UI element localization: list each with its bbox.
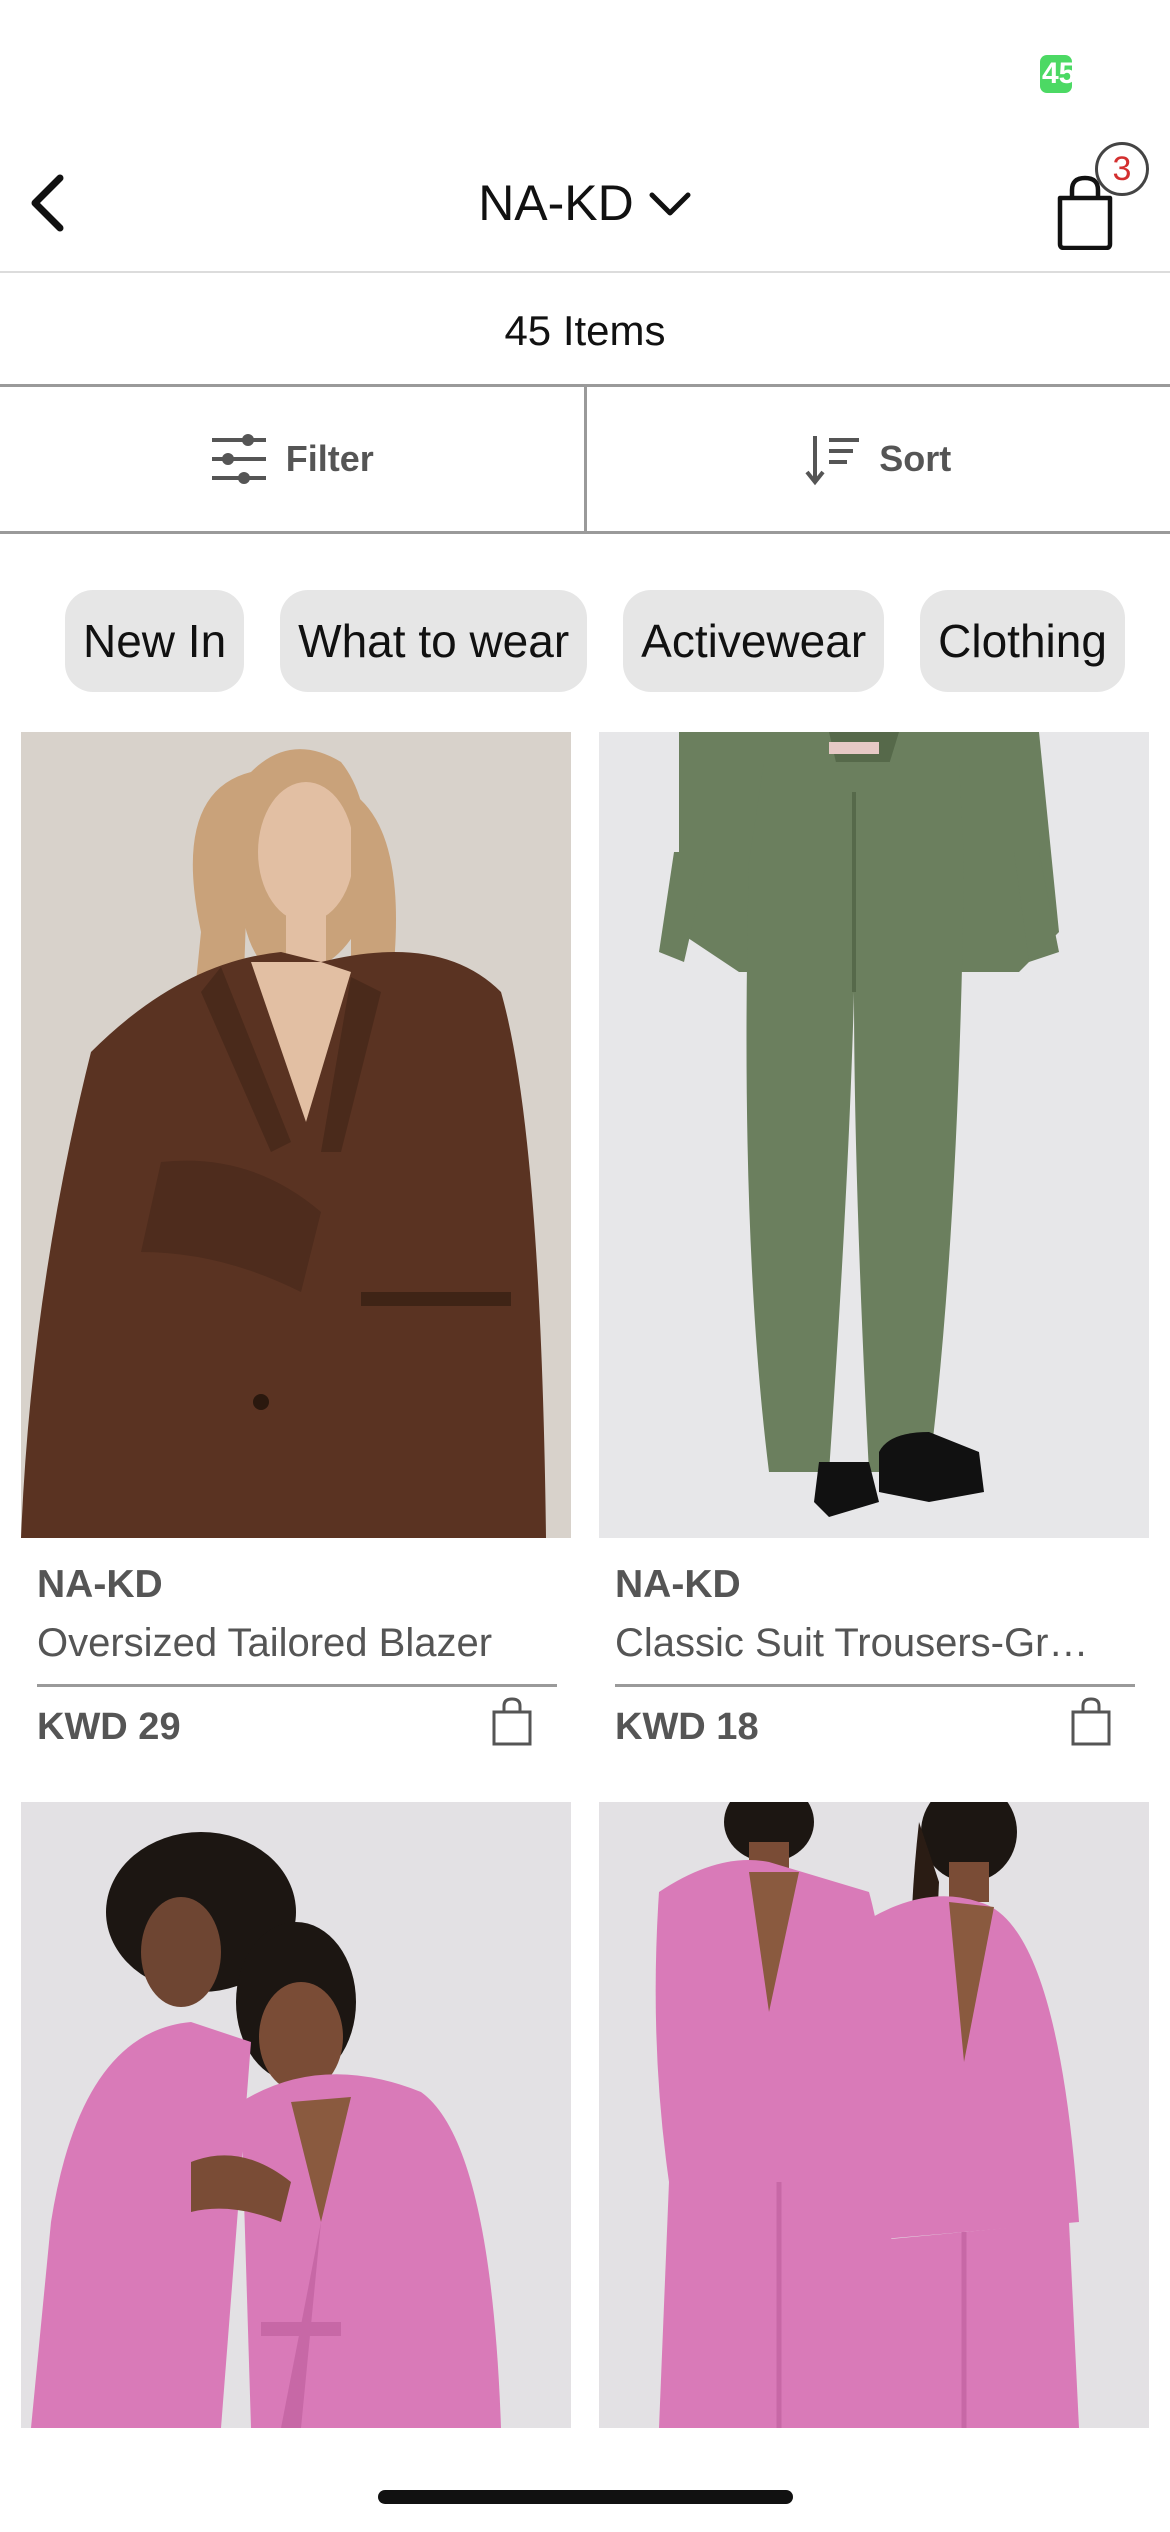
shopping-bag-icon <box>1071 1697 1111 1746</box>
product-brand: NA-KD <box>615 1563 741 1606</box>
brown-blazer-photo <box>21 732 571 1538</box>
chip-new-in[interactable]: New In <box>65 590 245 692</box>
add-to-bag-button[interactable] <box>1069 1696 1113 1748</box>
category-chips: New In What to wear Activewear Clothing <box>65 590 1125 692</box>
chevron-down-icon <box>649 192 691 216</box>
product-listing-screen: 45 NA-KD 3 45 Items Filter Sort New In W… <box>0 0 1170 2532</box>
chip-clothing[interactable]: Clothing <box>920 590 1125 692</box>
chip-activewear[interactable]: Activewear <box>623 590 885 692</box>
sort-label: Sort <box>879 438 952 479</box>
brand-selector: NA-KD <box>0 174 1170 232</box>
product-image[interactable] <box>21 732 571 1538</box>
product-image[interactable] <box>599 1802 1149 2428</box>
sort-icon <box>805 436 860 486</box>
green-suit-photo <box>599 732 1149 1538</box>
item-count: 45 Items <box>0 275 1170 387</box>
product-name: Classic Suit Trousers-Gr… <box>615 1621 1089 1665</box>
chip-what-to-wear[interactable]: What to wear <box>280 590 588 692</box>
product-name: Oversized Tailored Blazer <box>37 1621 493 1665</box>
divider <box>615 1684 1135 1687</box>
sort-button[interactable]: Sort <box>587 387 1170 531</box>
add-to-bag-button[interactable] <box>490 1696 534 1748</box>
home-indicator[interactable] <box>378 2490 793 2504</box>
pink-blazer-duo-photo <box>21 1802 571 2428</box>
filter-button[interactable]: Filter <box>0 387 587 531</box>
product-price: KWD 29 <box>37 1706 181 1748</box>
pink-suit-duo-photo <box>599 1802 1149 2428</box>
sliders-icon <box>211 434 266 484</box>
product-brand: NA-KD <box>37 1563 163 1606</box>
product-image[interactable] <box>599 732 1149 1538</box>
page-title: NA-KD <box>478 175 634 231</box>
shopping-bag-icon <box>492 1697 532 1746</box>
battery-indicator: 45 <box>1040 55 1072 93</box>
filter-sort-bar: Filter Sort <box>0 387 1170 534</box>
filter-label: Filter <box>285 438 374 479</box>
status-bar: 45 <box>0 0 1170 130</box>
cart-count-badge: 3 <box>1095 142 1149 196</box>
product-price: KWD 18 <box>615 1706 759 1748</box>
brand-dropdown[interactable]: NA-KD <box>478 174 692 232</box>
app-header: NA-KD <box>0 130 1170 273</box>
product-image[interactable] <box>21 1802 571 2428</box>
divider <box>37 1684 557 1687</box>
